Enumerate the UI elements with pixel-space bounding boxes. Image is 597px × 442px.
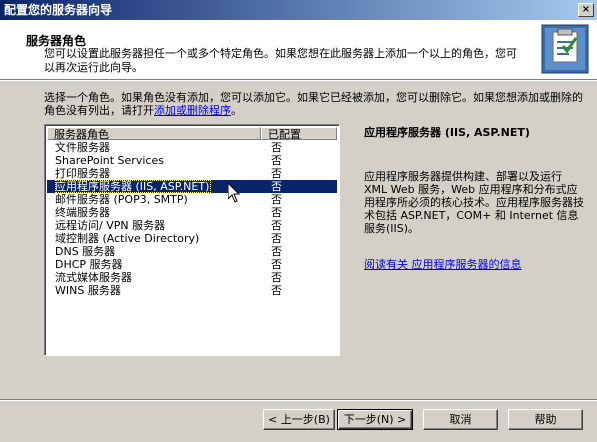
role-row[interactable]: WINS 服务器 否	[47, 284, 337, 297]
role-configured-status: 否	[271, 284, 282, 297]
wizard-header: 服务器角色 您可以设置此服务器担任一个或多个特定角色。如果您想在此服务器上添加一…	[0, 20, 597, 80]
add-remove-programs-link[interactable]: 添加或删除程序	[154, 104, 231, 117]
page-subtitle: 您可以设置此服务器担任一个或多个特定角色。如果您想在此服务器上添加一个以上的角色…	[44, 47, 517, 74]
server-roles-list[interactable]: 服务器角色 已配置 文件服务器否 SharePoint Services 否打印服务…	[44, 124, 340, 356]
role-row[interactable]: 打印服务器 否	[47, 167, 337, 180]
role-configured-status: 否	[271, 141, 282, 154]
role-configured-status: 否	[271, 271, 282, 284]
instructions-suffix: 。	[231, 104, 242, 117]
button-divider	[0, 399, 597, 401]
role-name: 流式媒体服务器	[55, 271, 132, 284]
role-name: 远程访问/ VPN 服务器	[55, 219, 166, 232]
role-name: 邮件服务器 (POP3, SMTP)	[55, 193, 188, 206]
close-button[interactable]: ×	[578, 3, 594, 17]
role-configured-status: 否	[271, 154, 282, 167]
role-name: 打印服务器	[55, 167, 110, 180]
role-configured-status: 否	[271, 219, 282, 232]
back-button[interactable]: < 上一步(B)	[263, 409, 335, 430]
window-title: 配置您的服务器向导	[4, 3, 113, 17]
column-header-configured[interactable]: 已配置	[261, 127, 337, 141]
role-configured-status: 否	[271, 193, 282, 206]
next-button[interactable]: 下一步(N) >	[337, 409, 413, 430]
role-row[interactable]: 应用程序服务器 (IIS, ASP.NET) 否	[47, 180, 337, 193]
role-row[interactable]: DHCP 服务器 否	[47, 258, 337, 271]
role-row[interactable]: 邮件服务器 (POP3, SMTP) 否	[47, 193, 337, 206]
role-name: DHCP 服务器	[55, 258, 123, 271]
instructions-body: 选择一个角色。如果角色没有添加，您可以添加它。如果它已经被添加，您可以删除它。如…	[44, 91, 583, 117]
role-name: 应用程序服务器 (IIS, ASP.NET)	[55, 180, 212, 193]
role-configured-status: 否	[271, 232, 282, 245]
role-configured-status: 否	[271, 167, 282, 180]
role-row[interactable]: 终端服务器 否	[47, 206, 337, 219]
cancel-button[interactable]: 取消	[423, 409, 498, 430]
role-row[interactable]: SharePoint Services 否	[47, 154, 337, 167]
roles-rows: 文件服务器否 SharePoint Services 否打印服务器否应用程序服务器 …	[47, 141, 337, 297]
role-name: DNS 服务器	[55, 245, 116, 258]
column-header-role[interactable]: 服务器角色	[47, 127, 261, 141]
role-name: WINS 服务器	[55, 284, 121, 297]
role-description-body: 应用程序服务器提供构建、部署以及运行 XML Web 服务，Web 应用程序和分…	[364, 170, 584, 235]
help-button[interactable]: 帮助	[508, 409, 583, 430]
header-divider	[0, 80, 597, 81]
role-row[interactable]: 文件服务器 否	[47, 141, 337, 154]
role-row[interactable]: 远程访问/ VPN 服务器 否	[47, 219, 337, 232]
role-configured-status: 否	[271, 245, 282, 258]
role-configured-status: 否	[271, 258, 282, 271]
mouse-pointer-icon	[228, 183, 240, 203]
role-description-title: 应用程序服务器 (IIS, ASP.NET)	[364, 126, 530, 139]
title-bar[interactable]: 配置您的服务器向导 ×	[0, 0, 597, 20]
read-about-role-link[interactable]: 阅读有关 应用程序服务器的信息	[364, 256, 586, 272]
role-name: 域控制器 (Active Directory)	[55, 232, 200, 245]
wizard-window: 配置您的服务器向导 × 服务器角色 您可以设置此服务器担任一个或多个特定角色。如…	[0, 0, 597, 442]
role-name: 文件服务器	[55, 141, 110, 154]
role-row[interactable]: 域控制器 (Active Directory) 否	[47, 232, 337, 245]
role-configured-status: 否	[271, 180, 282, 193]
role-row[interactable]: 流式媒体服务器 否	[47, 271, 337, 284]
role-row[interactable]: DNS 服务器 否	[47, 245, 337, 258]
instructions-text: 选择一个角色。如果角色没有添加，您可以添加它。如果它已经被添加，您可以删除它。如…	[44, 91, 584, 117]
role-configured-status: 否	[271, 206, 282, 219]
role-name: 终端服务器	[55, 206, 110, 219]
role-name: SharePoint Services	[55, 154, 164, 167]
server-checklist-icon	[541, 24, 589, 74]
close-icon: ×	[581, 4, 591, 15]
